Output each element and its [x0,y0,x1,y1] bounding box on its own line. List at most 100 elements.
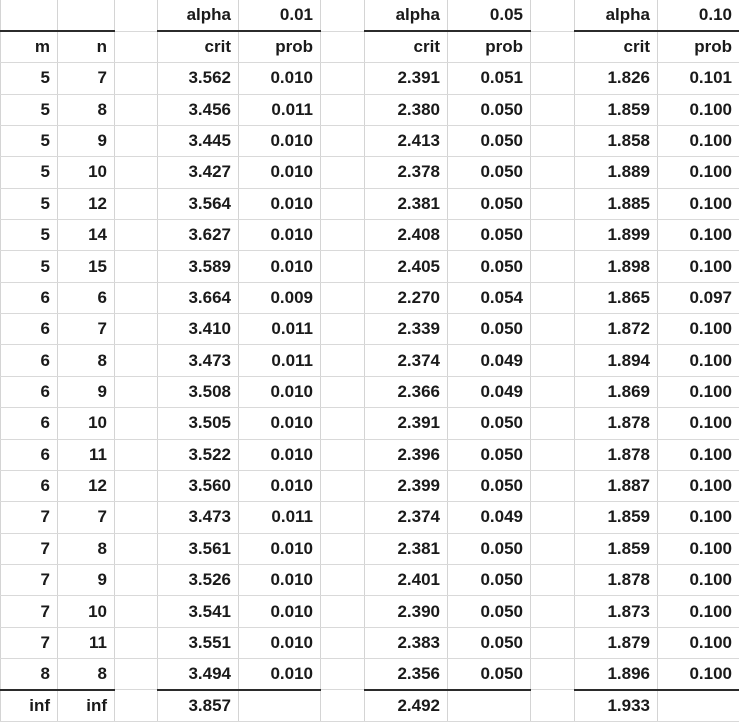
cell-a01_prob: 0.011 [238,94,321,126]
spacer-cell [530,94,575,126]
spacer-cell [320,533,365,565]
cell-a05_crit: 2.381 [364,188,448,221]
spacer-cell [114,689,158,722]
alpha-value-group-1: 0.01 [238,0,321,32]
cell-m: 7 [0,533,58,565]
header-row-alpha: alpha 0.01 alpha 0.05 alpha 0.10 [0,0,739,32]
cell-n: 8 [57,94,115,126]
cell-m: 6 [0,439,58,471]
table-row: 7 9 3.526 0.010 2.401 0.050 1.878 0.100 [0,564,739,597]
spacer-cell [114,407,158,440]
cell-n: 10 [57,595,115,628]
spacer-cell [114,94,158,126]
cell-a05_crit: 2.378 [364,156,448,189]
cell-a01_crit: 3.456 [157,94,239,126]
cell-n: 7 [57,501,115,534]
cell-a01_prob: 0.010 [238,658,321,691]
cell-a05_prob: 0.050 [447,627,531,660]
cell-a01_crit: 3.473 [157,501,239,534]
cell-a10_crit: 1.826 [574,62,658,95]
cell-a01_crit: 3.664 [157,282,239,315]
cell-a01_prob: 0.010 [238,533,321,565]
cell-a10_prob: 0.100 [657,250,739,283]
cell-a10_crit: 1.896 [574,658,658,691]
column-header-n: n [57,30,115,64]
cell-a05_crit: 2.399 [364,470,448,503]
spacer-cell [320,376,365,409]
cell-a10_prob: 0.097 [657,282,739,315]
cell-a10_prob: 0.101 [657,62,739,95]
cell-n: 9 [57,376,115,409]
cell-a01_prob: 0.010 [238,595,321,628]
table-row: 7 11 3.551 0.010 2.383 0.050 1.879 0.100 [0,627,739,660]
cell-a10_prob: 0.100 [657,156,739,189]
cell-a01_prob: 0.010 [238,627,321,660]
cell-a10_crit: 1.872 [574,313,658,346]
cell-a05_crit: 2.366 [364,376,448,409]
cell-a01_prob: 0.010 [238,407,321,440]
table-row: 5 14 3.627 0.010 2.408 0.050 1.899 0.100 [0,219,739,252]
cell-a01_crit: 3.564 [157,188,239,221]
spacer-cell [320,125,365,158]
spacer-cell [320,313,365,346]
cell-m: 5 [0,219,58,252]
spacer-cell [320,30,365,64]
alpha-value-group-3: 0.10 [657,0,739,32]
table-row: 7 10 3.541 0.010 2.390 0.050 1.873 0.100 [0,595,739,628]
cell-a10_crit: 1.878 [574,439,658,471]
spacer-cell [320,282,365,315]
spacer-cell [530,188,575,221]
cell-a05_prob: 0.050 [447,156,531,189]
cell-n: 12 [57,188,115,221]
cell-a05_prob: 0.051 [447,62,531,95]
spacer-cell [530,533,575,565]
spacer-cell [114,501,158,534]
cell-a10_prob: 0.100 [657,533,739,565]
cell-m: 6 [0,376,58,409]
spacer-cell [530,344,575,377]
cell-a10_crit: 1.878 [574,564,658,597]
cell-a01_prob: 0.010 [238,188,321,221]
spacer-cell [320,188,365,221]
spacer-cell [114,470,158,503]
cell-a05_prob: 0.050 [447,470,531,503]
spacer-cell [320,689,365,722]
spacer-cell [114,219,158,252]
cell-m: inf [0,688,58,722]
cell-a10_crit: 1.879 [574,627,658,660]
cell-a05_prob: 0.049 [447,376,531,409]
cell-a10_crit: 1.858 [574,125,658,158]
cell-a01_prob: 0.010 [238,219,321,252]
cell-a01_crit: 3.508 [157,376,239,409]
spacer-cell [530,658,575,691]
cell-a10_crit: 1.859 [574,533,658,565]
column-header-crit-group-2: crit [364,30,448,64]
spacer-cell [114,30,158,64]
alpha-label-group-2: alpha [364,0,448,32]
column-header-crit-group-1: crit [157,30,239,64]
spacer-cell [530,689,575,722]
spacer-cell [320,439,365,471]
spacer-cell [114,627,158,660]
cell-a01_crit: 3.541 [157,595,239,628]
spacer-cell [320,0,365,32]
spacer-cell [114,313,158,346]
cell-m: 5 [0,62,58,95]
cell-a05_prob: 0.050 [447,219,531,252]
cell-a10_crit: 1.933 [574,688,658,722]
cell-n: 14 [57,219,115,252]
spacer-cell [530,470,575,503]
spacer-cell [114,344,158,377]
cell-a01_prob: 0.011 [238,313,321,346]
cell-a10_prob: 0.100 [657,219,739,252]
cell-n: 11 [57,439,115,471]
table-row: 6 8 3.473 0.011 2.374 0.049 1.894 0.100 [0,344,739,377]
cell-n: 8 [57,344,115,377]
cell-m: 7 [0,627,58,660]
cell-a01_prob: 0.011 [238,501,321,534]
cell-a01_crit: 3.562 [157,62,239,95]
cell-a01_prob: 0.010 [238,376,321,409]
cell-a01_crit: 3.589 [157,250,239,283]
cell-m: 5 [0,156,58,189]
header-row-columns: m n crit prob crit prob crit prob [0,30,739,64]
